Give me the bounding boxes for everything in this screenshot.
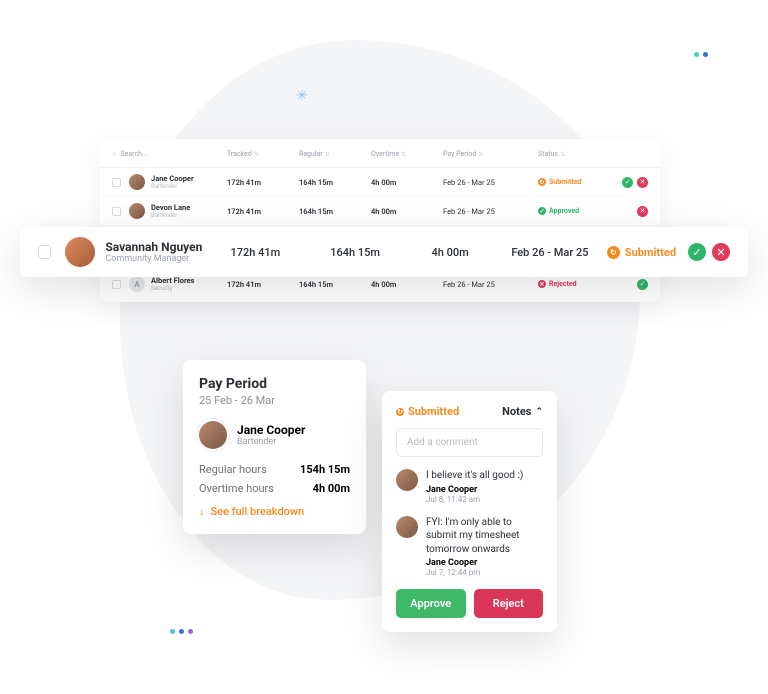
notes-tab[interactable]: Notes ⌃: [502, 405, 543, 418]
approve-button[interactable]: Approve: [396, 589, 466, 618]
chevron-up-icon: ⌃: [535, 407, 543, 417]
decoration-dots: [694, 52, 708, 57]
approve-icon[interactable]: ✓: [637, 279, 648, 290]
search-icon: ⌕: [112, 149, 116, 159]
status-icon: ↻: [396, 408, 404, 416]
row-checkbox[interactable]: [112, 178, 121, 187]
note-timestamp: Jul 8, 11:42 am: [426, 495, 523, 504]
employee-role: Community Manager: [105, 254, 202, 264]
reject-icon[interactable]: ✕: [712, 243, 730, 261]
note-author: Jane Cooper: [426, 485, 523, 495]
overtime-hours-label: Overtime hours: [199, 482, 274, 495]
approve-icon[interactable]: ✓: [622, 177, 633, 188]
pay-period-range: 25 Feb - 26 Mar: [199, 394, 350, 407]
employee-name: Jane Cooper: [151, 174, 194, 183]
cell-tracked: 172h 41m: [227, 280, 299, 289]
timesheet-table: ⌕ Search... Tracked⇅ Regular⇅ Overtime⇅ …: [100, 139, 660, 302]
col-regular[interactable]: Regular: [299, 150, 323, 158]
col-overtime[interactable]: Overtime: [371, 150, 399, 158]
reject-icon[interactable]: ✕: [637, 177, 648, 188]
row-checkbox[interactable]: [112, 207, 121, 216]
cell-regular: 164h 15m: [303, 246, 408, 259]
status-badge: ↻ Submitted: [396, 405, 459, 418]
see-breakdown-link[interactable]: ↓ See full breakdown: [199, 505, 350, 518]
highlighted-row[interactable]: Savannah Nguyen Community Manager 172h 4…: [20, 227, 748, 277]
status-badge: ✕ Rejected: [538, 280, 598, 288]
sort-icon: ⇅: [560, 151, 565, 158]
employee-name: Devon Lane: [151, 203, 190, 212]
plus-icon: ✳: [296, 88, 308, 104]
employee-name: Jane Cooper: [237, 423, 305, 437]
note-message: I believe it's all good :): [426, 469, 523, 483]
cell-tracked: 172h 41m: [227, 207, 299, 216]
table-row[interactable]: Devon Lane Bartender 172h 41m 164h 15m 4…: [100, 197, 660, 226]
employee-role: Bartender: [151, 212, 190, 219]
comment-input[interactable]: Add a comment: [396, 428, 543, 457]
cell-period: Feb 26 - Mar 25: [443, 178, 538, 187]
reject-icon[interactable]: ✕: [637, 206, 648, 217]
pay-period-card: Pay Period 25 Feb - 26 Mar Jane Cooper B…: [183, 360, 366, 534]
decoration-dots: [170, 629, 193, 634]
employee-role: Bartender: [151, 183, 194, 190]
cell-regular: 164h 15m: [299, 178, 371, 187]
col-status[interactable]: Status: [538, 150, 558, 158]
avatar: [129, 203, 145, 219]
cell-overtime: 4h 00m: [407, 246, 493, 259]
employee-name: Albert Flores: [151, 276, 195, 285]
row-checkbox[interactable]: [38, 245, 51, 259]
status-badge: ↻ Submitted: [607, 246, 676, 259]
notes-card: ↻ Submitted Notes ⌃ Add a comment I beli…: [382, 391, 557, 632]
cell-tracked: 172h 41m: [227, 178, 299, 187]
row-checkbox[interactable]: [112, 280, 121, 289]
status-icon: ✓: [538, 207, 546, 215]
sort-icon: ⇅: [478, 151, 483, 158]
approve-icon[interactable]: ✓: [688, 243, 706, 261]
status-icon: ↻: [538, 178, 546, 186]
reject-button[interactable]: Reject: [474, 589, 544, 618]
note-message: FYI: I'm only able to submit my timeshee…: [426, 516, 543, 557]
employee-name: Savannah Nguyen: [105, 240, 202, 254]
avatar: [65, 237, 95, 267]
status-icon: ✕: [538, 280, 546, 288]
sort-icon: ⇅: [254, 151, 259, 158]
cell-period: Feb 26 - Mar 25: [443, 280, 538, 289]
cell-period: Feb 26 - Mar 25: [443, 207, 538, 216]
employee-role: Security: [151, 285, 195, 292]
table-row[interactable]: Jane Cooper Bartender 172h 41m 164h 15m …: [100, 168, 660, 197]
overtime-hours-value: 4h 00m: [313, 482, 350, 495]
cell-tracked: 172h 41m: [208, 246, 303, 259]
regular-hours-value: 154h 15m: [300, 463, 350, 476]
cell-overtime: 4h 00m: [371, 207, 443, 216]
regular-hours-label: Regular hours: [199, 463, 267, 476]
note-item: I believe it's all good :) Jane Cooper J…: [396, 469, 543, 504]
table-header: ⌕ Search... Tracked⇅ Regular⇅ Overtime⇅ …: [100, 139, 660, 168]
download-icon: ↓: [199, 505, 205, 518]
col-tracked[interactable]: Tracked: [227, 150, 252, 158]
cell-overtime: 4h 00m: [371, 280, 443, 289]
status-badge: ✓ Approved: [538, 207, 598, 215]
cell-overtime: 4h 00m: [371, 178, 443, 187]
avatar: [396, 469, 418, 491]
avatar: [396, 516, 418, 538]
cell-period: Feb 26 - Mar 25: [493, 246, 607, 259]
col-pay-period[interactable]: Pay Period: [443, 150, 476, 158]
sort-icon: ⇅: [325, 151, 330, 158]
note-author: Jane Cooper: [426, 558, 543, 568]
pay-period-title: Pay Period: [199, 376, 350, 392]
avatar: A: [129, 276, 145, 292]
cell-regular: 164h 15m: [299, 280, 371, 289]
employee-role: Bartender: [237, 437, 305, 447]
avatar: [129, 174, 145, 190]
sort-icon: ⇅: [401, 151, 406, 158]
cell-regular: 164h 15m: [299, 207, 371, 216]
avatar: [199, 421, 227, 449]
note-timestamp: Jul 7, 12:44 pm: [426, 568, 543, 577]
note-item: FYI: I'm only able to submit my timeshee…: [396, 516, 543, 578]
search-input[interactable]: Search...: [120, 150, 147, 158]
status-badge: ↻ Submitted: [538, 178, 598, 186]
status-icon: ↻: [607, 246, 620, 259]
